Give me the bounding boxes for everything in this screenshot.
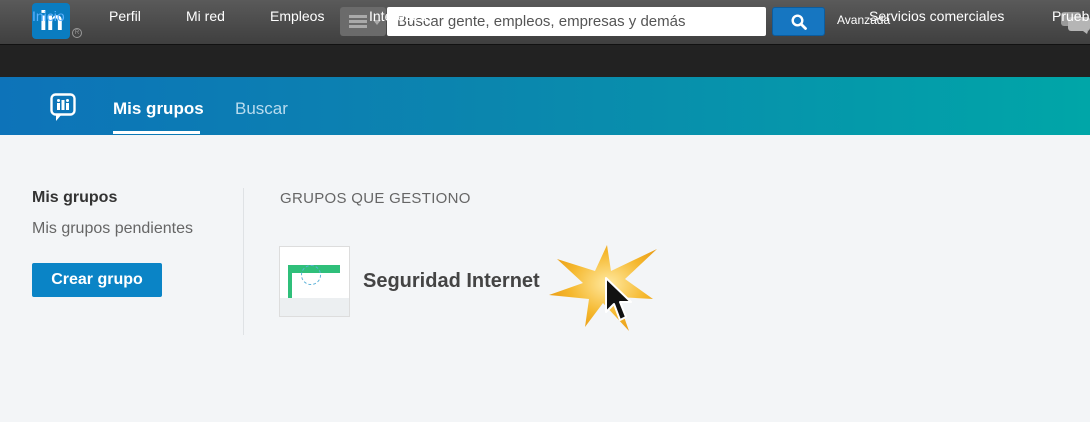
main-nav	[0, 44, 1090, 77]
pending-groups-link[interactable]: Mis grupos pendientes	[32, 220, 193, 238]
nav-item-mi-red[interactable]: Mi red	[186, 8, 225, 24]
nav-item-empleos[interactable]: Empleos	[270, 8, 324, 24]
create-group-button[interactable]: Crear grupo	[32, 263, 162, 297]
search-icon	[791, 14, 807, 30]
tab-buscar[interactable]: Buscar	[235, 99, 288, 119]
active-tab-indicator	[113, 131, 200, 134]
nav-item-perfil[interactable]: Perfil	[109, 8, 141, 24]
groups-icon[interactable]	[50, 93, 76, 123]
registered-mark-icon: R	[72, 28, 82, 38]
sidebar-divider	[243, 188, 244, 335]
nav-item-inicio[interactable]: Inicio	[32, 8, 65, 24]
section-title: GRUPOS QUE GESTIONO	[280, 190, 471, 207]
sidebar-title[interactable]: Mis grupos	[32, 189, 117, 207]
group-name-link[interactable]: Seguridad Internet	[363, 270, 540, 293]
search-button[interactable]	[772, 7, 825, 36]
nav-item-prueba[interactable]: Pruebl	[1052, 8, 1090, 24]
tab-mis-grupos[interactable]: Mis grupos	[113, 99, 204, 119]
click-highlight-burst	[549, 245, 657, 331]
nav-item-servicios-comerciales[interactable]: Servicios comerciales	[869, 8, 1004, 24]
hamburger-icon	[349, 15, 367, 28]
nav-item-intereses[interactable]: Intereses	[369, 8, 427, 24]
search-input[interactable]	[387, 7, 766, 36]
group-thumbnail[interactable]	[279, 246, 350, 317]
mouse-pointer-icon	[605, 277, 632, 321]
